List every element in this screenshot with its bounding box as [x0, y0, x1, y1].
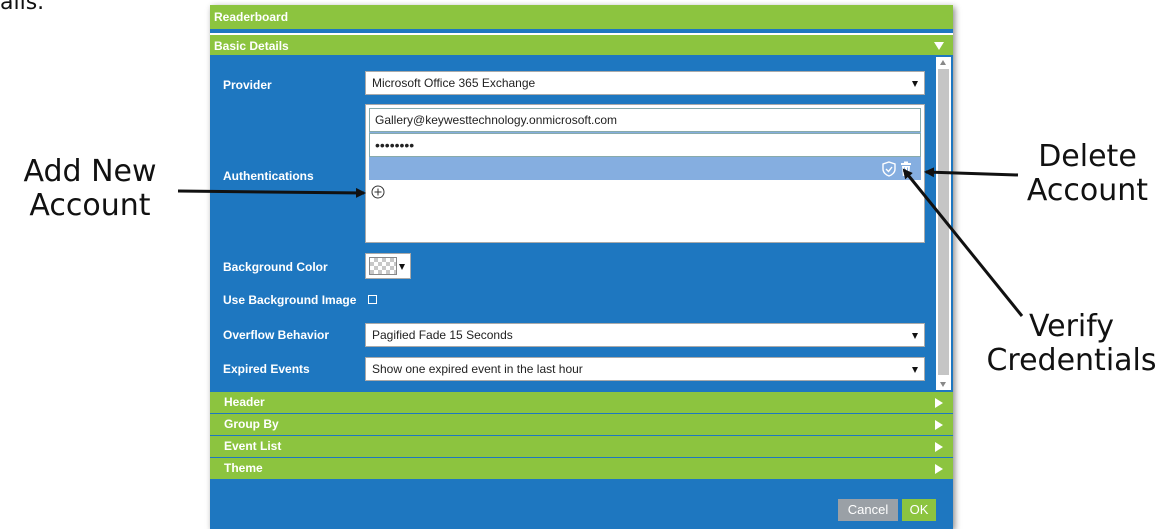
trash-icon[interactable]: [901, 161, 911, 177]
cancel-button[interactable]: Cancel: [838, 499, 898, 521]
auth-row-actions: [881, 161, 915, 177]
background-color-picker[interactable]: [365, 253, 411, 279]
overflow-behavior-value: Pagified Fade 15 Seconds: [372, 328, 513, 342]
auth-password-input[interactable]: ••••••••: [369, 133, 921, 157]
expand-triangle-icon: [935, 420, 943, 430]
vertical-scrollbar[interactable]: [936, 57, 951, 390]
provider-label: Provider: [223, 78, 272, 92]
expand-triangle-icon: [935, 464, 943, 474]
expand-triangle-icon: [935, 398, 943, 408]
overflow-behavior-label: Overflow Behavior: [223, 328, 330, 342]
section-event-list-label: Event List: [224, 439, 282, 453]
overflow-behavior-select[interactable]: Pagified Fade 15 Seconds: [365, 323, 925, 347]
basic-details-body: Provider Microsoft Office 365 Exchange A…: [210, 57, 953, 392]
section-event-list[interactable]: Event List: [210, 436, 953, 457]
expired-events-value: Show one expired event in the last hour: [372, 362, 583, 376]
annotation-add-new-account: Add New Account: [23, 154, 157, 223]
auth-account-row: Gallery@keywesttechnology.onmicrosoft.co…: [369, 108, 921, 180]
dropdown-arrow-icon: [912, 81, 918, 87]
annotation-delete-account: Delete Account: [1026, 139, 1149, 208]
dropdown-arrow-icon: [399, 264, 405, 270]
scroll-down-arrow-icon[interactable]: [940, 382, 946, 387]
authentications-list: Gallery@keywesttechnology.onmicrosoft.co…: [365, 104, 925, 243]
expand-triangle-icon: [935, 442, 943, 452]
section-basic-details-label: Basic Details: [214, 39, 289, 53]
collapse-triangle-icon: [934, 42, 944, 50]
section-theme[interactable]: Theme: [210, 458, 953, 479]
section-header[interactable]: Header: [210, 392, 953, 413]
use-background-image-checkbox[interactable]: [368, 295, 377, 304]
clipped-top-text: ails.: [0, 0, 45, 15]
section-group-by[interactable]: Group By: [210, 414, 953, 435]
dialog-title: Readerboard: [210, 5, 953, 29]
provider-select[interactable]: Microsoft Office 365 Exchange: [365, 71, 925, 95]
annotation-verify-credentials: Verify Credentials: [986, 309, 1157, 378]
expired-events-label: Expired Events: [223, 362, 310, 376]
scrollbar-thumb[interactable]: [938, 69, 949, 375]
dialog-footer: Cancel OK: [210, 483, 953, 529]
scroll-up-arrow-icon[interactable]: [940, 60, 946, 65]
circle-plus-icon: [371, 185, 385, 199]
use-background-image-label: Use Background Image: [223, 293, 357, 307]
readerboard-dialog: Readerboard Basic Details Provider Micro…: [210, 5, 953, 529]
dropdown-arrow-icon: [912, 367, 918, 373]
background-color-label: Background Color: [223, 260, 328, 274]
add-account-button[interactable]: [371, 185, 385, 199]
shield-check-icon[interactable]: [882, 161, 896, 177]
section-group-by-label: Group By: [224, 417, 279, 431]
section-header-label: Header: [224, 395, 265, 409]
dropdown-arrow-icon: [912, 333, 918, 339]
auth-email-input[interactable]: Gallery@keywesttechnology.onmicrosoft.co…: [369, 108, 921, 132]
transparent-swatch-icon: [369, 257, 397, 275]
expired-events-select[interactable]: Show one expired event in the last hour: [365, 357, 925, 381]
authentications-label: Authentications: [223, 169, 314, 183]
section-basic-details[interactable]: Basic Details: [210, 33, 953, 55]
provider-select-value: Microsoft Office 365 Exchange: [372, 76, 536, 90]
section-theme-label: Theme: [224, 461, 263, 475]
ok-button[interactable]: OK: [902, 499, 936, 521]
